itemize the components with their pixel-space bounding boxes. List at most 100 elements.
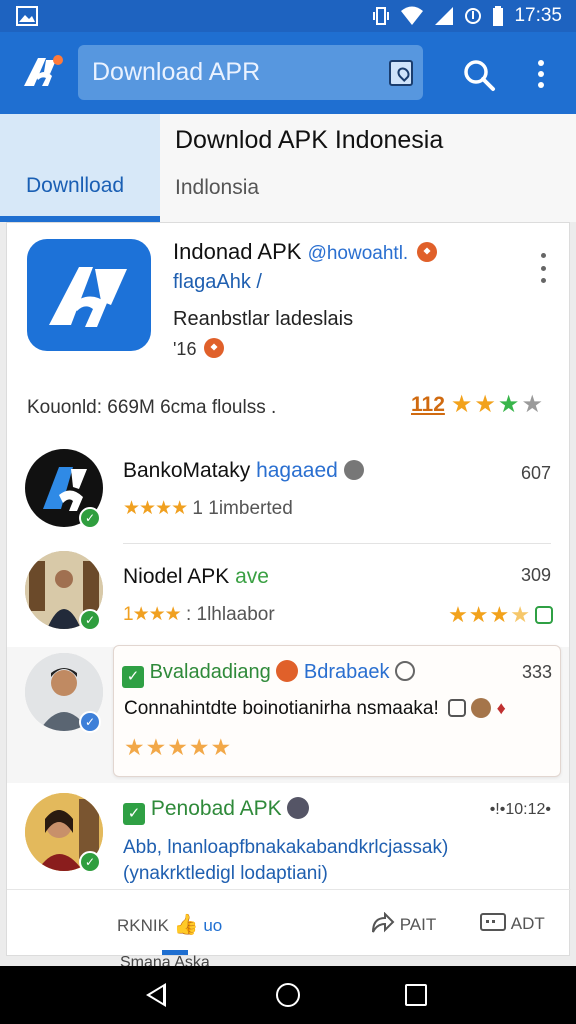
divider xyxy=(123,543,551,544)
emoji-icon xyxy=(276,660,299,682)
app-rating: 112 ★ ★ ★ ★ xyxy=(411,393,543,417)
verified-check-icon: ✓ xyxy=(79,851,101,873)
navigation-bar xyxy=(0,966,576,1024)
item-count: 309 xyxy=(520,565,551,585)
tab-download[interactable]: Downlload xyxy=(0,114,160,222)
signal-icon xyxy=(435,7,454,25)
flag-icon xyxy=(204,338,225,358)
item-subtitle-text: : 1lhlaabor xyxy=(185,604,275,625)
list-item-subtitle[interactable]: Abb, lnanloapfbnakakabandkrlcjassak) xyxy=(123,837,448,859)
overflow-menu-icon[interactable] xyxy=(530,56,552,92)
comment-icon xyxy=(480,913,506,931)
item-stars: ★★★★ xyxy=(123,498,188,519)
list-item-title: BankoMataky hagaaed xyxy=(123,459,364,483)
gallery-icon xyxy=(16,6,38,26)
app-title-text: Indonad APK xyxy=(173,239,302,264)
item-title-text: BankoMataky xyxy=(123,459,251,482)
page-title: Downlod APK Indonesia xyxy=(175,126,444,154)
item-stars: 1★★★ xyxy=(123,604,182,625)
tab-download-label: Downlload xyxy=(26,174,125,197)
comment-text: Connahintdte boinotianirha nsmaaka! ♦ xyxy=(124,698,506,720)
item-meta: •!•10:12• xyxy=(489,801,551,818)
search-input[interactable] xyxy=(92,58,372,87)
item-rating: ★ ★ ★ ★ xyxy=(448,603,553,627)
vibrate-icon xyxy=(373,7,390,25)
comment-stars: ★★★★★ xyxy=(124,734,232,761)
checkbox-icon[interactable] xyxy=(535,606,553,624)
checkbox-icon[interactable]: ✓ xyxy=(122,666,144,688)
verified-check-icon: ✓ xyxy=(79,711,101,733)
item-count: 607 xyxy=(520,463,551,483)
star-icon: ★ xyxy=(521,391,543,418)
download-stats: Kouonld: 669M 6cma floulss . xyxy=(27,397,277,418)
app-meta: '16 xyxy=(173,338,225,360)
cat-icon xyxy=(395,661,416,681)
list-item[interactable]: ✓ BankoMataky hagaaed ★★★★ 1 1imberted 6… xyxy=(7,449,571,545)
app-handle[interactable]: @howoahtl. xyxy=(308,243,409,264)
data-saver-icon xyxy=(465,8,482,24)
comment-header: ✓ Bvaladadiang Bdrabaek xyxy=(122,660,416,688)
item-stars: ★★★★★ xyxy=(124,734,233,760)
list-item-subtitle-2[interactable]: (ynakrktledigl lodaptiani) xyxy=(123,863,328,885)
action-middle[interactable]: PAIT xyxy=(369,911,436,936)
action-bar: RKNIK 👍 uo PAIT ADT xyxy=(7,889,571,957)
item-title-text: Bvaladadiang xyxy=(149,661,271,683)
item-tag[interactable]: hagaaed xyxy=(256,459,338,482)
mini-avatar xyxy=(471,698,492,718)
item-count: 333 xyxy=(521,662,552,682)
app-meta-text: '16 xyxy=(173,339,197,359)
badge-icon xyxy=(343,460,364,480)
star-icon: ★ xyxy=(510,602,530,627)
app-card: Indonad APK @howoahtl. flagaAhk / Reanbs… xyxy=(6,222,571,957)
app-icon[interactable] xyxy=(27,239,151,351)
action-left-tag: uo xyxy=(203,916,223,935)
back-icon[interactable] xyxy=(146,983,166,1007)
action-right-label: ADT xyxy=(510,914,545,933)
item-title-text: Niodel APK xyxy=(123,565,230,588)
action-left-label: RKNIK xyxy=(117,916,169,935)
verified-check-icon: ✓ xyxy=(79,609,101,631)
app-bar xyxy=(0,32,576,114)
list-item-title: ✓ Penobad APK xyxy=(123,797,310,825)
checkbox-icon[interactable]: ✓ xyxy=(123,803,145,825)
action-right[interactable]: ADT xyxy=(479,912,545,934)
star-icon: ★ xyxy=(474,391,496,418)
app-title: Indonad APK @howoahtl. xyxy=(173,239,438,265)
share-icon xyxy=(372,911,395,933)
drop-icon: ♦ xyxy=(496,698,506,718)
status-bar: 17:35 xyxy=(0,0,576,32)
comment-card[interactable]: ✓ Bvaladadiang Bdrabaek 333 Connahintdte… xyxy=(113,645,561,777)
sticker-icon xyxy=(448,699,467,717)
thumbs-up-icon: 👍 xyxy=(173,914,199,936)
search-icon[interactable] xyxy=(462,58,496,92)
item-title-text: Penobad APK xyxy=(150,797,282,820)
star-icon: ★ xyxy=(468,602,489,627)
list-item[interactable]: ✓ ✓ Penobad APK •!•10:12• Abb, lnanloapf… xyxy=(7,783,571,887)
app-logo-icon[interactable] xyxy=(20,50,66,96)
item-tag[interactable]: ave xyxy=(235,565,269,588)
action-left[interactable]: RKNIK 👍 uo xyxy=(117,912,222,937)
star-icon: ★ xyxy=(489,602,510,627)
app-description: Reanbstlar ladeslais xyxy=(173,308,354,330)
location-icon[interactable] xyxy=(389,60,413,86)
recents-icon[interactable] xyxy=(405,984,427,1006)
item-subtitle-text: 1 1imberted xyxy=(192,498,293,519)
clock: 17:35 xyxy=(514,5,562,26)
card-overflow-icon[interactable] xyxy=(537,253,549,283)
star-icon: ★ xyxy=(448,602,468,627)
list-item-subtitle: ★★★★ 1 1imberted xyxy=(123,497,293,520)
star-icon: ★ xyxy=(450,391,473,418)
rating-number: 112 xyxy=(411,393,445,416)
star-icon: ★ xyxy=(497,391,520,418)
list-item-subtitle: 1★★★ : 1lhlaabor xyxy=(123,603,275,626)
verified-check-icon: ✓ xyxy=(79,507,101,529)
developer-link[interactable]: flagaAhk / xyxy=(173,271,262,294)
mini-avatar xyxy=(287,797,310,819)
item-tag[interactable]: Bdrabaek xyxy=(304,661,390,683)
list-item[interactable]: ✓ Niodel APK ave 1★★★ : 1lhlaabor 309 ★ … xyxy=(7,551,571,647)
home-icon[interactable] xyxy=(276,983,300,1007)
list-item-title: Niodel APK ave xyxy=(123,565,269,589)
wifi-icon xyxy=(401,6,424,25)
search-bar[interactable] xyxy=(78,45,423,100)
page-subtitle: Indlonsia xyxy=(175,176,260,199)
